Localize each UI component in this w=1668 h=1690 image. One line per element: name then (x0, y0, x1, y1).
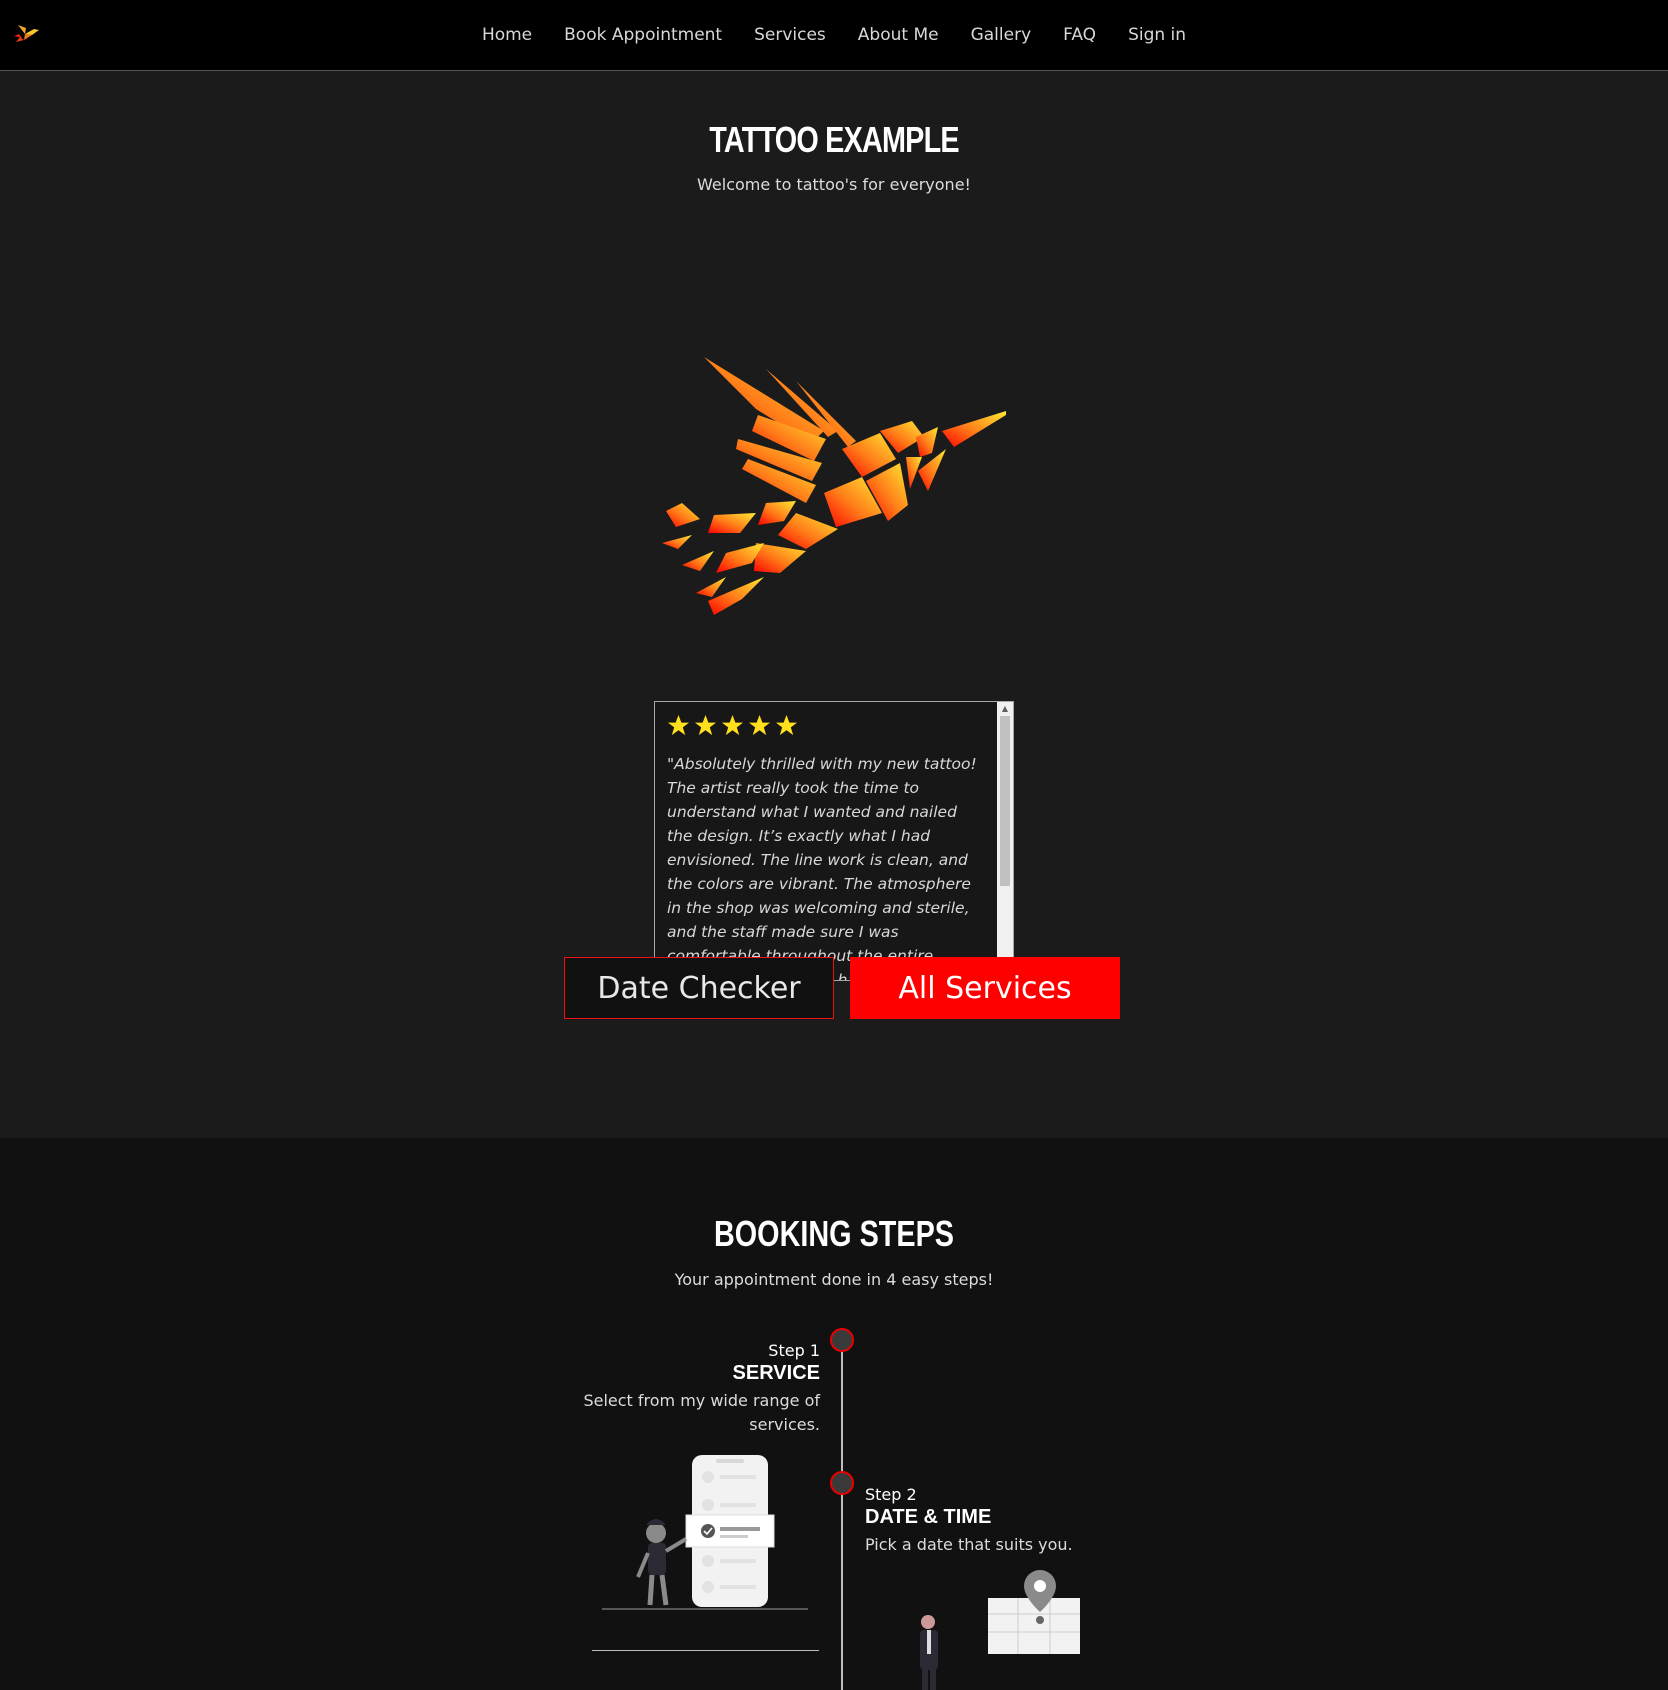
timeline-line (841, 1338, 843, 1690)
booking-steps-section: BOOKING STEPS Your appointment done in 4… (0, 1138, 1668, 1690)
step-heading: DATE & TIME (865, 1506, 992, 1528)
step-divider (592, 1650, 819, 1651)
step-1: Step 1 SERVICE Select from my wide range… (560, 1341, 820, 1437)
nav-home[interactable]: Home (466, 25, 548, 45)
review-box[interactable]: "Absolutely thrilled with my new tattoo!… (654, 701, 1014, 981)
nav-book-appointment[interactable]: Book Appointment (548, 25, 738, 45)
timeline-dot (830, 1328, 854, 1352)
scroll-up-arrow-icon[interactable]: ▲ (997, 702, 1013, 716)
date-checker-button[interactable]: Date Checker (564, 957, 834, 1019)
review-scrollbar[interactable]: ▲ ▼ (997, 702, 1013, 980)
star-icon (775, 714, 798, 735)
nav-gallery[interactable]: Gallery (955, 25, 1048, 45)
hummingbird-logo-icon (662, 357, 1006, 615)
step-number: Step 2 (865, 1485, 917, 1504)
nav-services[interactable]: Services (738, 25, 842, 45)
step-description: Pick a date that suits you. (865, 1535, 1073, 1554)
top-navbar: Home Book Appointment Services About Me … (0, 0, 1668, 71)
booking-subtitle: Your appointment done in 4 easy steps! (674, 1270, 994, 1289)
step-2: Step 2 DATE & TIME Pick a date that suit… (865, 1485, 1125, 1557)
map-location-illustration (920, 1570, 1080, 1690)
nav-about-me[interactable]: About Me (842, 25, 955, 45)
review-text: "Absolutely thrilled with my new tattoo!… (667, 755, 977, 980)
hero-section: TATTOO EXAMPLE Welcome to tattoo's for e… (0, 71, 1668, 1138)
nav-sign-in[interactable]: Sign in (1112, 25, 1202, 45)
hero-title: TATTOO EXAMPLE (709, 119, 959, 160)
review-content: "Absolutely thrilled with my new tattoo!… (655, 702, 997, 980)
hero-subtitle: Welcome to tattoo's for everyone! (697, 175, 971, 194)
star-icon (721, 714, 744, 735)
step-heading: SERVICE (732, 1362, 820, 1384)
scroll-thumb[interactable] (1000, 716, 1010, 886)
star-icon (748, 714, 771, 735)
star-rating (667, 712, 985, 738)
step-number: Step 1 (768, 1341, 820, 1360)
star-icon (694, 714, 717, 735)
all-services-button[interactable]: All Services (850, 957, 1120, 1019)
phone-selection-illustration (602, 1455, 808, 1610)
timeline-dot (830, 1471, 854, 1495)
nav-links: Home Book Appointment Services About Me … (0, 0, 1668, 70)
step-description: Select from my wide range of services. (583, 1391, 820, 1434)
booking-title: BOOKING STEPS (713, 1213, 955, 1254)
star-icon (667, 714, 690, 735)
nav-faq[interactable]: FAQ (1047, 25, 1112, 45)
